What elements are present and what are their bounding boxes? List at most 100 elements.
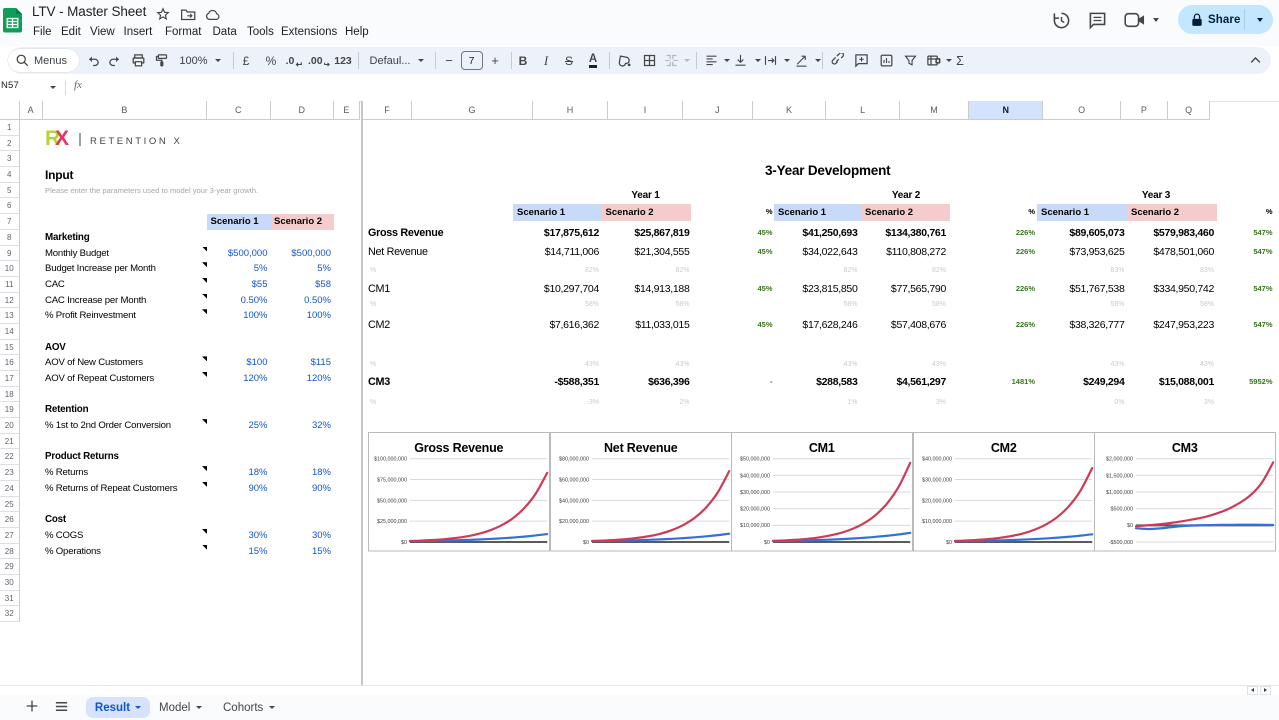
- input-section-cost[interactable]: Cost: [45, 512, 66, 528]
- column-header-P[interactable]: P: [1121, 101, 1168, 120]
- input-scenario-header-2[interactable]: Scenario 2: [271, 214, 335, 230]
- row-header-12[interactable]: 12: [0, 293, 20, 309]
- input-label-aov-of-repeat-customers[interactable]: AOV of Repeat Customers: [45, 371, 154, 387]
- input-value-s1[interactable]: 0.50%: [207, 293, 268, 309]
- comment-history-icon[interactable]: [1088, 11, 1107, 30]
- sheet-tab-result-caret-icon[interactable]: [135, 706, 141, 709]
- input-value-s1[interactable]: $500,000: [207, 246, 268, 262]
- row-header-10[interactable]: 10: [0, 261, 20, 277]
- row-header-14[interactable]: 14: [0, 324, 20, 340]
- input-value-s1[interactable]: $55: [207, 277, 268, 293]
- redo-icon[interactable]: [107, 47, 123, 74]
- column-header-A[interactable]: A: [20, 101, 43, 120]
- row-header-24[interactable]: 24: [0, 481, 20, 497]
- chart-net-revenue[interactable]: Net Revenue$80,000,000$60,000,000$40,000…: [550, 432, 733, 552]
- decrease-font-size-button[interactable]: −: [441, 47, 457, 74]
- row-header-20[interactable]: 20: [0, 418, 20, 434]
- font-size-input[interactable]: 7: [461, 51, 483, 70]
- increase-font-size-button[interactable]: +: [487, 47, 503, 74]
- sheet-tab-model[interactable]: Model: [159, 697, 202, 718]
- column-header-I[interactable]: I: [608, 101, 683, 120]
- row-header-25[interactable]: 25: [0, 497, 20, 513]
- input-value-s2[interactable]: $500,000: [271, 246, 332, 262]
- input-label-cac-increase-per-month[interactable]: CAC Increase per Month: [45, 293, 146, 309]
- column-header-Q[interactable]: Q: [1168, 101, 1211, 120]
- video-call-icon[interactable]: [1124, 12, 1146, 28]
- table-views-icon[interactable]: [925, 47, 942, 74]
- input-value-s1[interactable]: 90%: [207, 481, 268, 497]
- input-section-marketing[interactable]: Marketing: [45, 230, 89, 246]
- table-scenario-header-y3-s1[interactable]: Scenario 1: [1037, 204, 1127, 222]
- sheet-tab-cohorts-caret-icon[interactable]: [269, 706, 275, 709]
- input-value-s1[interactable]: 25%: [207, 418, 268, 434]
- table-scenario-header-y2-s2[interactable]: Scenario 2: [861, 204, 950, 222]
- insert-comment-icon[interactable]: [853, 47, 870, 74]
- row-header-15[interactable]: 15: [0, 340, 20, 356]
- row-header-29[interactable]: 29: [0, 559, 20, 575]
- input-value-s2[interactable]: 15%: [271, 544, 332, 560]
- row-header-4[interactable]: 4: [0, 167, 20, 183]
- table-scenario-header-y3-s2[interactable]: Scenario 2: [1127, 204, 1217, 222]
- table-scenario-header-y2-s1[interactable]: Scenario 1: [774, 204, 861, 222]
- name-box-caret-icon[interactable]: [50, 86, 56, 89]
- italic-button[interactable]: I: [538, 47, 554, 74]
- zoom-control[interactable]: 100%: [176, 47, 224, 74]
- input-section-product-returns[interactable]: Product Returns: [45, 449, 119, 465]
- row-header-28[interactable]: 28: [0, 544, 20, 560]
- menu-view[interactable]: View: [90, 24, 115, 40]
- print-icon[interactable]: [130, 47, 146, 74]
- row-header-30[interactable]: 30: [0, 575, 20, 591]
- sheet-tab-model-caret-icon[interactable]: [196, 706, 202, 709]
- input-label--returns-of-repeat-customers[interactable]: % Returns of Repeat Customers: [45, 481, 177, 497]
- input-value-s2[interactable]: $58: [271, 277, 332, 293]
- input-value-s2[interactable]: 32%: [271, 418, 332, 434]
- scroll-right-button[interactable]: [1260, 686, 1271, 696]
- row-header-21[interactable]: 21: [0, 434, 20, 450]
- input-value-s1[interactable]: 5%: [207, 261, 268, 277]
- table-scenario-header-y1-s2[interactable]: Scenario 2: [602, 204, 692, 222]
- table-row-label-cm2[interactable]: CM2: [368, 317, 390, 333]
- row-header-19[interactable]: 19: [0, 402, 20, 418]
- row-header-27[interactable]: 27: [0, 528, 20, 544]
- column-header-E[interactable]: E: [334, 101, 360, 120]
- input-value-s1[interactable]: 100%: [207, 308, 268, 324]
- functions-button[interactable]: Σ: [951, 47, 969, 74]
- input-value-s2[interactable]: 18%: [271, 465, 332, 481]
- row-header-1[interactable]: 1: [0, 120, 20, 136]
- vertical-align-icon[interactable]: [732, 47, 748, 74]
- bold-button[interactable]: B: [515, 47, 531, 74]
- column-header-H[interactable]: H: [533, 101, 608, 120]
- input-value-s2[interactable]: 5%: [271, 261, 332, 277]
- input-label-budget-increase-per-month[interactable]: Budget Increase per Month: [45, 261, 156, 277]
- row-header-17[interactable]: 17: [0, 371, 20, 387]
- row-header-6[interactable]: 6: [0, 198, 20, 214]
- decrease-decimal-button[interactable]: .0: [284, 47, 304, 74]
- row-header-7[interactable]: 7: [0, 214, 20, 230]
- row-header-26[interactable]: 26: [0, 512, 20, 528]
- table-row-label-cm3[interactable]: CM3: [368, 374, 390, 390]
- sheet-tab-cohorts[interactable]: Cohorts: [223, 697, 275, 718]
- table-row-label-gross-revenue[interactable]: Gross Revenue: [368, 225, 443, 241]
- input-label-cac[interactable]: CAC: [45, 277, 65, 293]
- increase-decimal-button[interactable]: .00: [308, 47, 330, 74]
- column-header-C[interactable]: C: [207, 101, 271, 120]
- input-value-s1[interactable]: $100: [207, 355, 268, 371]
- input-label--cogs[interactable]: % COGS: [45, 528, 83, 544]
- table-row-label-net-revenue[interactable]: Net Revenue: [368, 244, 428, 260]
- fill-color-icon[interactable]: [615, 47, 631, 74]
- column-header-J[interactable]: J: [683, 101, 753, 120]
- column-header-D[interactable]: D: [271, 101, 335, 120]
- table-growth-pct[interactable]: 547%: [1163, 317, 1273, 333]
- menu-edit[interactable]: Edit: [61, 24, 81, 40]
- menu-format[interactable]: Format: [165, 24, 201, 40]
- undo-icon[interactable]: [84, 47, 100, 74]
- row-header-23[interactable]: 23: [0, 465, 20, 481]
- row-header-8[interactable]: 8: [0, 230, 20, 246]
- menu-data[interactable]: Data: [213, 24, 237, 40]
- row-header-11[interactable]: 11: [0, 277, 20, 293]
- strikethrough-button[interactable]: S: [561, 47, 577, 74]
- move-folder-icon[interactable]: [181, 8, 196, 21]
- more-formats-button[interactable]: 123: [332, 47, 354, 74]
- paint-format-icon[interactable]: [153, 47, 169, 74]
- row-header-2[interactable]: 2: [0, 136, 20, 152]
